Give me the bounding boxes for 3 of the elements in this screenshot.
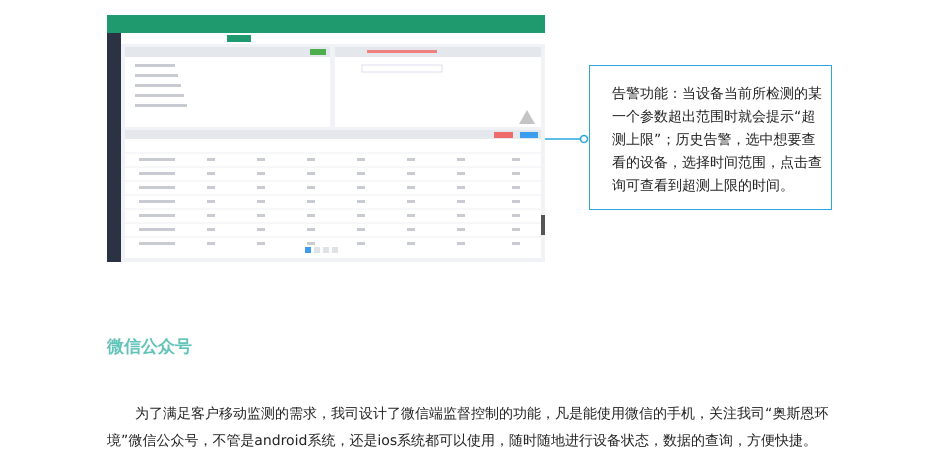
section-paragraph: 为了满足客户移动监测的需求，我司设计了微信端监督控制的功能，凡是能使用微信的手机，关注我司“奥斯恩环境”微信公众号，不管是android系统，还是ios系统都可以使用，随时随地进行设备状态，数据的查询，方便快捷。 bbox=[107, 405, 830, 451]
callout-text: 告警功能：当设备当前所检测的某一个参数超出范围时就会提示“超测上限”；历史告警，选中想要查看的设备，选择时间范围，点击查询可查看到超测上限的时间。 bbox=[589, 65, 832, 210]
section-title: 微信公众号 bbox=[107, 336, 193, 358]
